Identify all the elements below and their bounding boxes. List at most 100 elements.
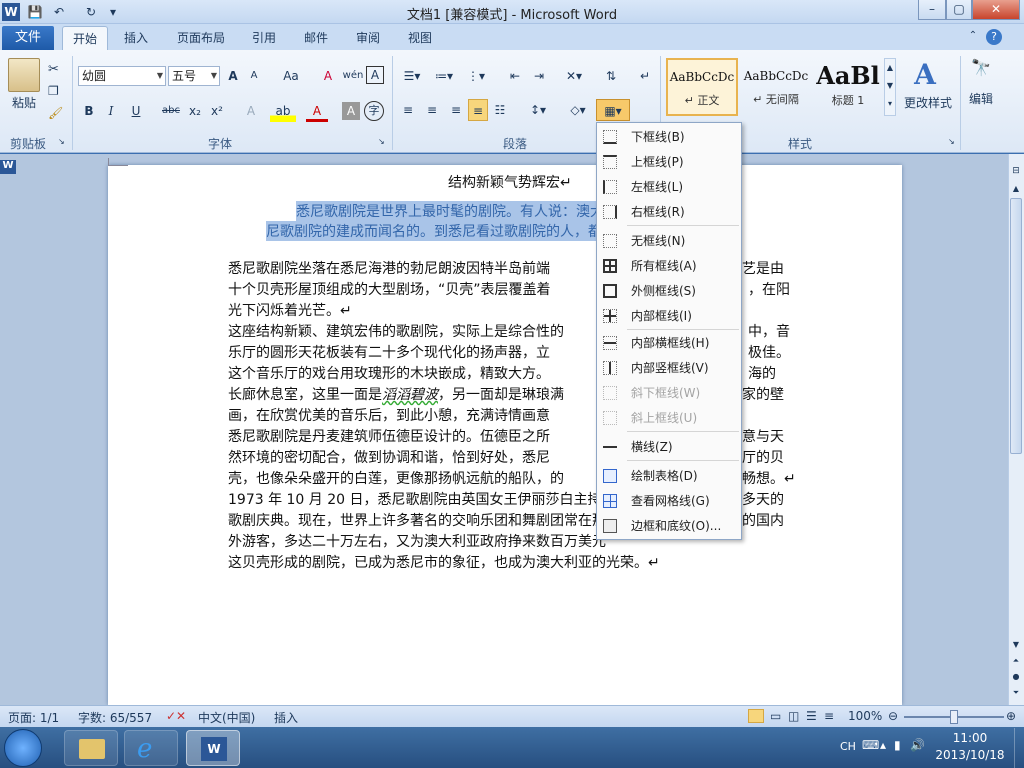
scroll-up-icon[interactable]: ▲ xyxy=(1010,184,1022,193)
text-effects-button[interactable]: A xyxy=(240,100,262,122)
scroll-thumb[interactable] xyxy=(1010,198,1022,454)
superscript-button[interactable]: x² xyxy=(208,100,226,122)
distributed-icon[interactable]: ☷ xyxy=(490,99,510,121)
maximize-button[interactable]: ▢ xyxy=(946,0,972,20)
doc-line[interactable]: 光下闪烁着光芒。↵ xyxy=(228,300,352,320)
paste-icon[interactable] xyxy=(8,58,40,92)
proofing-icon[interactable]: ✓✕ xyxy=(166,709,186,723)
tab-insert[interactable]: 插入 xyxy=(114,26,158,50)
menu-item-inside-vertical[interactable]: 内部竖框线(V) xyxy=(597,356,741,380)
doc-line[interactable]: 这个音乐厅的戏台用玫瑰形的木块嵌成，精致大方。 xyxy=(228,363,550,383)
cut-icon[interactable]: ✂ xyxy=(48,62,59,77)
menu-item-borders-shading[interactable]: 边框和底纹(O)... xyxy=(597,514,741,538)
doc-line[interactable]: 壳，也像朵朵盛开的白莲，更像那扬帆远航的船队，的 xyxy=(228,468,564,488)
font-launcher-icon[interactable]: ↘ xyxy=(378,137,385,146)
doc-line[interactable]: 然环境的密切配合，做到协调和谐，恰到好处，悉尼 xyxy=(228,447,550,467)
tab-view[interactable]: 视图 xyxy=(400,26,440,50)
keyboard-icon[interactable]: ⌨ xyxy=(862,738,879,752)
start-button[interactable] xyxy=(4,729,42,767)
doc-line[interactable]: 歌剧庆典。现在，世界上许多著名的交响乐团和舞剧团常在那 xyxy=(228,510,606,530)
tab-home[interactable]: 开始 xyxy=(62,26,108,50)
web-layout-icon[interactable]: ◫ xyxy=(788,709,799,723)
zoom-out-icon[interactable]: ⊖ xyxy=(888,709,898,723)
zoom-level[interactable]: 100% xyxy=(848,709,882,723)
show-marks-icon[interactable]: ↵ xyxy=(634,65,656,87)
doc-line[interactable]: 长廊休息室，这里一面是滔滔碧波，另一面却是琳琅满 xyxy=(228,384,564,404)
selected-line[interactable]: 悉尼歌剧院是世界上最时髦的剧院。有人说：澳大 xyxy=(296,201,608,221)
clear-formatting-button[interactable]: A xyxy=(318,65,338,87)
shrink-font-button[interactable]: A xyxy=(246,65,262,87)
borders-button[interactable]: ▦▾ xyxy=(596,99,630,121)
align-left-icon[interactable]: ≡ xyxy=(398,99,418,121)
volume-icon[interactable]: 🔊 xyxy=(910,738,925,752)
clock-date[interactable]: 2013/10/18 xyxy=(930,748,1010,762)
doc-line[interactable]: 画，在欣赏优美的音乐后，到此小憩，充满诗情画意 xyxy=(228,405,550,425)
menu-item-outside-borders[interactable]: 外侧框线(S) xyxy=(597,279,741,303)
ruler-toggle-icon[interactable]: ⊟ xyxy=(1010,166,1022,178)
justify-icon[interactable]: ≡ xyxy=(468,99,488,121)
zoom-slider-thumb[interactable] xyxy=(950,710,958,724)
language-status[interactable]: 中文(中国) xyxy=(198,709,255,726)
menu-item-bottom-border[interactable]: 下框线(B) xyxy=(597,125,741,149)
subscript-button[interactable]: x₂ xyxy=(186,100,204,122)
underline-button[interactable]: U xyxy=(124,100,148,122)
help-icon[interactable]: ? xyxy=(986,29,1002,45)
ribbon-minimize-icon[interactable]: ⌃ xyxy=(966,30,980,44)
multilevel-list-icon[interactable]: ⋮▾ xyxy=(462,65,490,87)
menu-item-horizontal-line[interactable]: 横线(Z) xyxy=(597,435,741,459)
shading-icon[interactable]: ◇▾ xyxy=(564,99,592,121)
doc-line[interactable]: 乐厅的圆形天花板装有二十多个现代化的扬声器，立 xyxy=(228,342,550,362)
menu-item-right-border[interactable]: 右框线(R) xyxy=(597,200,741,224)
show-desktop-button[interactable] xyxy=(1014,728,1024,768)
word-count-status[interactable]: 字数: 65/557 xyxy=(78,709,152,726)
doc-line[interactable]: 外游客，多达二十万左右，又为澳大利亚政府挣来数百万美元 xyxy=(228,531,606,551)
menu-item-view-gridlines[interactable]: 查看网格线(G) xyxy=(597,489,741,513)
zoom-in-icon[interactable]: ⊕ xyxy=(1006,709,1016,723)
increase-indent-icon[interactable]: ⇥ xyxy=(528,65,550,87)
styles-scroll-icon[interactable]: ▲ ▼ ▾ xyxy=(884,58,896,116)
network-icon[interactable]: ▮ xyxy=(894,738,901,752)
highlight-button[interactable]: ab xyxy=(270,100,296,122)
show-hidden-icons[interactable]: ▴ xyxy=(880,738,886,752)
numbering-icon[interactable]: ≔▾ xyxy=(430,65,458,87)
character-border-button[interactable]: A xyxy=(366,66,384,84)
scroll-down-icon[interactable]: ▼ xyxy=(1010,640,1022,649)
clipboard-launcher-icon[interactable]: ↘ xyxy=(58,137,65,146)
full-screen-reading-icon[interactable]: ▭ xyxy=(770,709,781,723)
outline-view-icon[interactable]: ☰ xyxy=(806,709,817,723)
menu-item-inside-borders[interactable]: 内部框线(I) xyxy=(597,304,741,328)
doc-line[interactable]: 1973 年 10 月 20 日，悉尼歌剧院由英国女王伊丽莎白主持揭 xyxy=(228,489,616,509)
tab-page-layout[interactable]: 页面布局 xyxy=(170,26,232,50)
styles-launcher-icon[interactable]: ↘ xyxy=(948,137,955,146)
change-case-button[interactable]: Aa xyxy=(278,65,304,87)
taskbar-word-icon[interactable]: W xyxy=(186,730,240,766)
doc-line[interactable]: 悉尼歌剧院是丹麦建筑师伍德臣设计的。伍德臣之所 xyxy=(228,426,550,446)
find-icon[interactable]: 🔭 xyxy=(966,58,996,82)
change-styles-icon[interactable]: A xyxy=(910,58,940,91)
menu-item-inside-horizontal[interactable]: 内部横框线(H) xyxy=(597,331,741,355)
style-heading-1[interactable]: AaBl 标题 1 xyxy=(814,58,882,116)
italic-button[interactable]: I xyxy=(102,100,120,122)
menu-item-no-border[interactable]: 无框线(N) xyxy=(597,229,741,253)
doc-line[interactable]: 悉尼歌剧院坐落在悉尼海港的勃尼朗波因特半岛前端 xyxy=(228,258,550,278)
align-right-icon[interactable]: ≡ xyxy=(446,99,466,121)
menu-item-draw-table[interactable]: 绘制表格(D) xyxy=(597,464,741,488)
browse-object-icon[interactable]: ● xyxy=(1010,672,1022,681)
strikethrough-button[interactable]: abc xyxy=(160,100,182,122)
enclose-characters-button[interactable]: 字 xyxy=(364,101,384,121)
bullets-icon[interactable]: ☰▾ xyxy=(398,65,426,87)
paste-button-label[interactable]: 粘贴 xyxy=(4,94,44,111)
menu-item-all-borders[interactable]: 所有框线(A) xyxy=(597,254,741,278)
line-spacing-icon[interactable]: ↕▾ xyxy=(524,99,552,121)
sort-icon[interactable]: ⇅ xyxy=(600,65,622,87)
tab-mailings[interactable]: 邮件 xyxy=(296,26,336,50)
doc-title[interactable]: 结构新颖气势辉宏↵ xyxy=(448,172,572,192)
selected-line[interactable]: 尼歌剧院的建成而闻名的。到悉尼看过歌剧院的人，都 xyxy=(266,221,606,241)
tab-references[interactable]: 引用 xyxy=(244,26,284,50)
page-count-status[interactable]: 页面: 1/1 xyxy=(8,709,59,726)
bold-button[interactable]: B xyxy=(80,100,98,122)
previous-page-icon[interactable]: ⏶ xyxy=(1010,656,1022,666)
next-page-icon[interactable]: ⏷ xyxy=(1010,688,1022,698)
decrease-indent-icon[interactable]: ⇤ xyxy=(504,65,526,87)
draft-view-icon[interactable]: ≡ xyxy=(824,709,834,723)
